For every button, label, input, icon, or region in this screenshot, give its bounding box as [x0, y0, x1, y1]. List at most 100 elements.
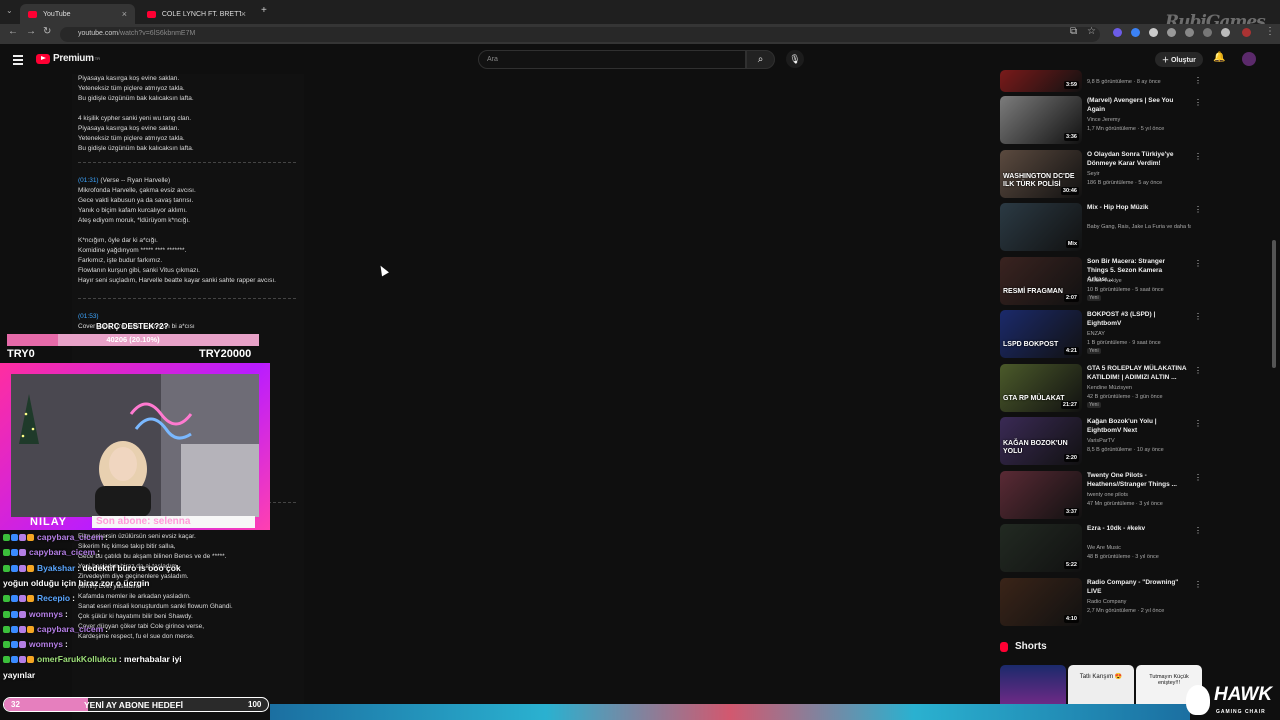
forward-icon[interactable]: →	[26, 26, 36, 37]
tab-cole-lynch[interactable]: COLE LYNCH FT. BRETT & R... ×	[139, 4, 254, 24]
search-button[interactable]: ⌕	[746, 50, 775, 69]
more-actions-icon[interactable]: ⋮	[1194, 419, 1202, 428]
bookmark-star-icon[interactable]: ☆	[1087, 26, 1096, 37]
more-actions-icon[interactable]: ⋮	[1194, 76, 1202, 85]
related-video-item[interactable]: 3:37 Twenty One Pilots - Heathens//Strang…	[998, 470, 1203, 525]
install-icon[interactable]: ⧉	[1070, 26, 1077, 37]
extension-icon[interactable]	[1113, 28, 1122, 37]
more-actions-icon[interactable]: ⋮	[1194, 526, 1202, 535]
browser-tab-bar: ⌄ YouTube × COLE LYNCH FT. BRETT & R... …	[0, 0, 1280, 24]
more-actions-icon[interactable]: ⋮	[1194, 205, 1202, 214]
notifications-icon[interactable]: 🔔	[1213, 52, 1225, 63]
related-video-item[interactable]: 3:59 9,8 B görüntüleme · 8 ay önce ⋮	[998, 70, 1203, 96]
related-video-item[interactable]: RESMİ FRAGMAN 2:07 Son Bir Macera: Strange…	[998, 256, 1203, 311]
more-actions-icon[interactable]: ⋮	[1194, 366, 1202, 375]
lyrics-line: Flowlanın kurşun gibi, sanki Vitus çıkma…	[78, 267, 200, 274]
timestamp-link[interactable]: (01:31)	[78, 177, 99, 184]
goal-target: 100	[248, 699, 262, 709]
extension-icon[interactable]	[1167, 28, 1176, 37]
related-video-item[interactable]: LSPD BOKPOST 4:21 BOKPOST #3 (LSPD) | Eigh…	[998, 310, 1203, 364]
video-channel[interactable]: Radio Company	[1087, 598, 1191, 606]
related-video-item[interactable]: Mix Mix - Hip Hop Müzik Baby Gang, Rais, J…	[998, 203, 1203, 257]
more-actions-icon[interactable]: ⋮	[1194, 473, 1202, 482]
browser-menu-icon[interactable]: ⋮	[1265, 26, 1275, 37]
voice-search-icon[interactable]: 🎙	[786, 50, 804, 68]
create-button[interactable]: ＋ Oluştur	[1155, 52, 1203, 67]
video-title[interactable]: (Marvel) Avengers | See You Again	[1087, 96, 1187, 114]
extension-icon[interactable]	[1185, 28, 1194, 37]
video-title[interactable]: Radio Company - "Drowning" LIVE	[1087, 578, 1187, 596]
video-thumbnail[interactable]: 3:36	[1000, 96, 1082, 144]
search-input[interactable]: Ara	[478, 50, 746, 69]
video-thumbnail[interactable]: WASHINGTON DC'DE ILK TÜRK POLİSİ 30:46	[1000, 149, 1082, 198]
video-meta: 1 B görüntüleme · 9 saat önce	[1087, 340, 1161, 346]
timestamp-link[interactable]: (01:53)	[78, 313, 99, 320]
video-meta: 9,8 B görüntüleme · 8 ay önce	[1087, 79, 1161, 85]
chat-username: capybara_cicem	[37, 623, 104, 634]
more-actions-icon[interactable]: ⋮	[1194, 312, 1202, 321]
video-title[interactable]: Ezra - 10dk - #kekv	[1087, 524, 1187, 533]
tab-search-icon[interactable]: ⌄	[6, 6, 13, 15]
related-video-item[interactable]: GTA RP MÜLAKAT 21:27 GTA 5 ROLEPLAY MÜLAKA…	[998, 363, 1203, 418]
new-tab-button[interactable]: +	[261, 5, 267, 16]
video-channel[interactable]: Baby Gang, Rais, Jake La Furia ve daha f…	[1087, 223, 1191, 231]
extension-icon[interactable]	[1149, 28, 1158, 37]
video-channel[interactable]: twenty one pilots	[1087, 491, 1191, 499]
back-icon[interactable]: ←	[8, 26, 18, 37]
more-actions-icon[interactable]: ⋮	[1194, 152, 1202, 161]
close-tab-icon[interactable]: ×	[122, 9, 127, 19]
video-channel[interactable]: VarisParTV	[1087, 437, 1191, 445]
donation-progress-bar: 40206 (20.10%)	[7, 334, 259, 346]
url-bar[interactable]: youtube.com/watch?v=6lS6kbnmE7M	[60, 27, 1100, 42]
video-thumbnail[interactable]: 3:59	[1000, 70, 1082, 92]
video-channel[interactable]: Vince Jeremy	[1087, 116, 1191, 124]
video-thumbnail[interactable]: RESMİ FRAGMAN 2:07	[1000, 256, 1082, 305]
related-video-item[interactable]: KAĞAN BOZOK'UN YOLU 2:20 Kağan Bozok'un Yo…	[998, 417, 1203, 471]
lyrics-line: Yanık o biçim kafam kurcalıyor aklımı.	[78, 207, 187, 214]
related-video-item[interactable]: 4:10 Radio Company - "Drowning" LIVE Radio…	[998, 577, 1203, 632]
related-videos: 3:59 9,8 B görüntüleme · 8 ay önce ⋮ 3:36 (M…	[998, 70, 1203, 632]
video-channel[interactable]: Kendine Müzisyen	[1087, 384, 1191, 392]
lyrics-line: Hayır seni suçladım, Harvelle beatte kay…	[78, 277, 276, 284]
video-thumbnail[interactable]: 3:37	[1000, 470, 1082, 519]
video-title[interactable]: Kağan Bozok'un Yolu | EightbomV Next	[1087, 417, 1187, 435]
more-actions-icon[interactable]: ⋮	[1194, 98, 1202, 107]
lyrics-line: Sanat eseri misali konuşturdum sanki flo…	[78, 603, 233, 610]
video-title[interactable]: Twenty One Pilots - Heathens//Stranger T…	[1087, 471, 1187, 489]
video-channel[interactable]: We Are Music	[1087, 544, 1191, 552]
video-title[interactable]: BOKPOST #3 (LSPD) | EightbomV	[1087, 310, 1187, 328]
video-channel[interactable]: Seyir	[1087, 170, 1191, 178]
profile-icon[interactable]	[1221, 28, 1230, 37]
video-channel[interactable]: ENZAY	[1087, 330, 1191, 338]
related-video-item[interactable]: 5:22 Ezra - 10dk - #kekv We Are Music 48 B …	[998, 524, 1203, 578]
video-title[interactable]: O Olaydan Sonra Türkiye'ye Dönmeye Karar…	[1087, 150, 1187, 168]
menu-icon[interactable]	[13, 55, 23, 67]
lyrics-line: Çok şükür ki hayatımı bilir beni Shawdy.	[78, 613, 193, 620]
avatar[interactable]	[1242, 52, 1256, 66]
video-thumbnail[interactable]: LSPD BOKPOST 4:21	[1000, 310, 1082, 358]
youtube-logo[interactable]: Premium TR	[36, 53, 100, 64]
video-title[interactable]: GTA 5 ROLEPLAY MÜLAKATINA KATILDIM! | AD…	[1087, 364, 1187, 382]
related-video-item[interactable]: 3:36 (Marvel) Avengers | See You Again Vin…	[998, 96, 1203, 150]
video-thumbnail[interactable]: GTA RP MÜLAKAT 21:27	[1000, 363, 1082, 412]
video-thumbnail[interactable]: 5:22	[1000, 524, 1082, 572]
extension-icon[interactable]	[1242, 28, 1251, 37]
tab-youtube[interactable]: YouTube ×	[20, 4, 135, 24]
reload-icon[interactable]: ↻	[43, 26, 51, 37]
scrollbar[interactable]	[1272, 240, 1276, 368]
video-thumbnail[interactable]: Mix	[1000, 203, 1082, 251]
close-tab-icon[interactable]: ×	[241, 9, 246, 19]
more-actions-icon[interactable]: ⋮	[1194, 580, 1202, 589]
extension-icon[interactable]	[1131, 28, 1140, 37]
video-thumbnail[interactable]: 4:10	[1000, 577, 1082, 626]
video-title[interactable]: Mix - Hip Hop Müzik	[1087, 203, 1187, 212]
video-channel[interactable]: Netflix Türkiye	[1087, 277, 1191, 285]
video-thumbnail[interactable]: KAĞAN BOZOK'UN YOLU 2:20	[1000, 417, 1082, 465]
chat-badge-icon	[11, 625, 18, 633]
more-actions-icon[interactable]: ⋮	[1194, 259, 1202, 268]
chat-badge-icon	[19, 549, 26, 557]
short-caption: Tatlı Karışım 😍	[1079, 674, 1123, 680]
chat-badge-icon	[3, 625, 10, 633]
related-video-item[interactable]: WASHINGTON DC'DE ILK TÜRK POLİSİ 30:46 O O…	[998, 149, 1203, 204]
extension-icon[interactable]	[1203, 28, 1212, 37]
